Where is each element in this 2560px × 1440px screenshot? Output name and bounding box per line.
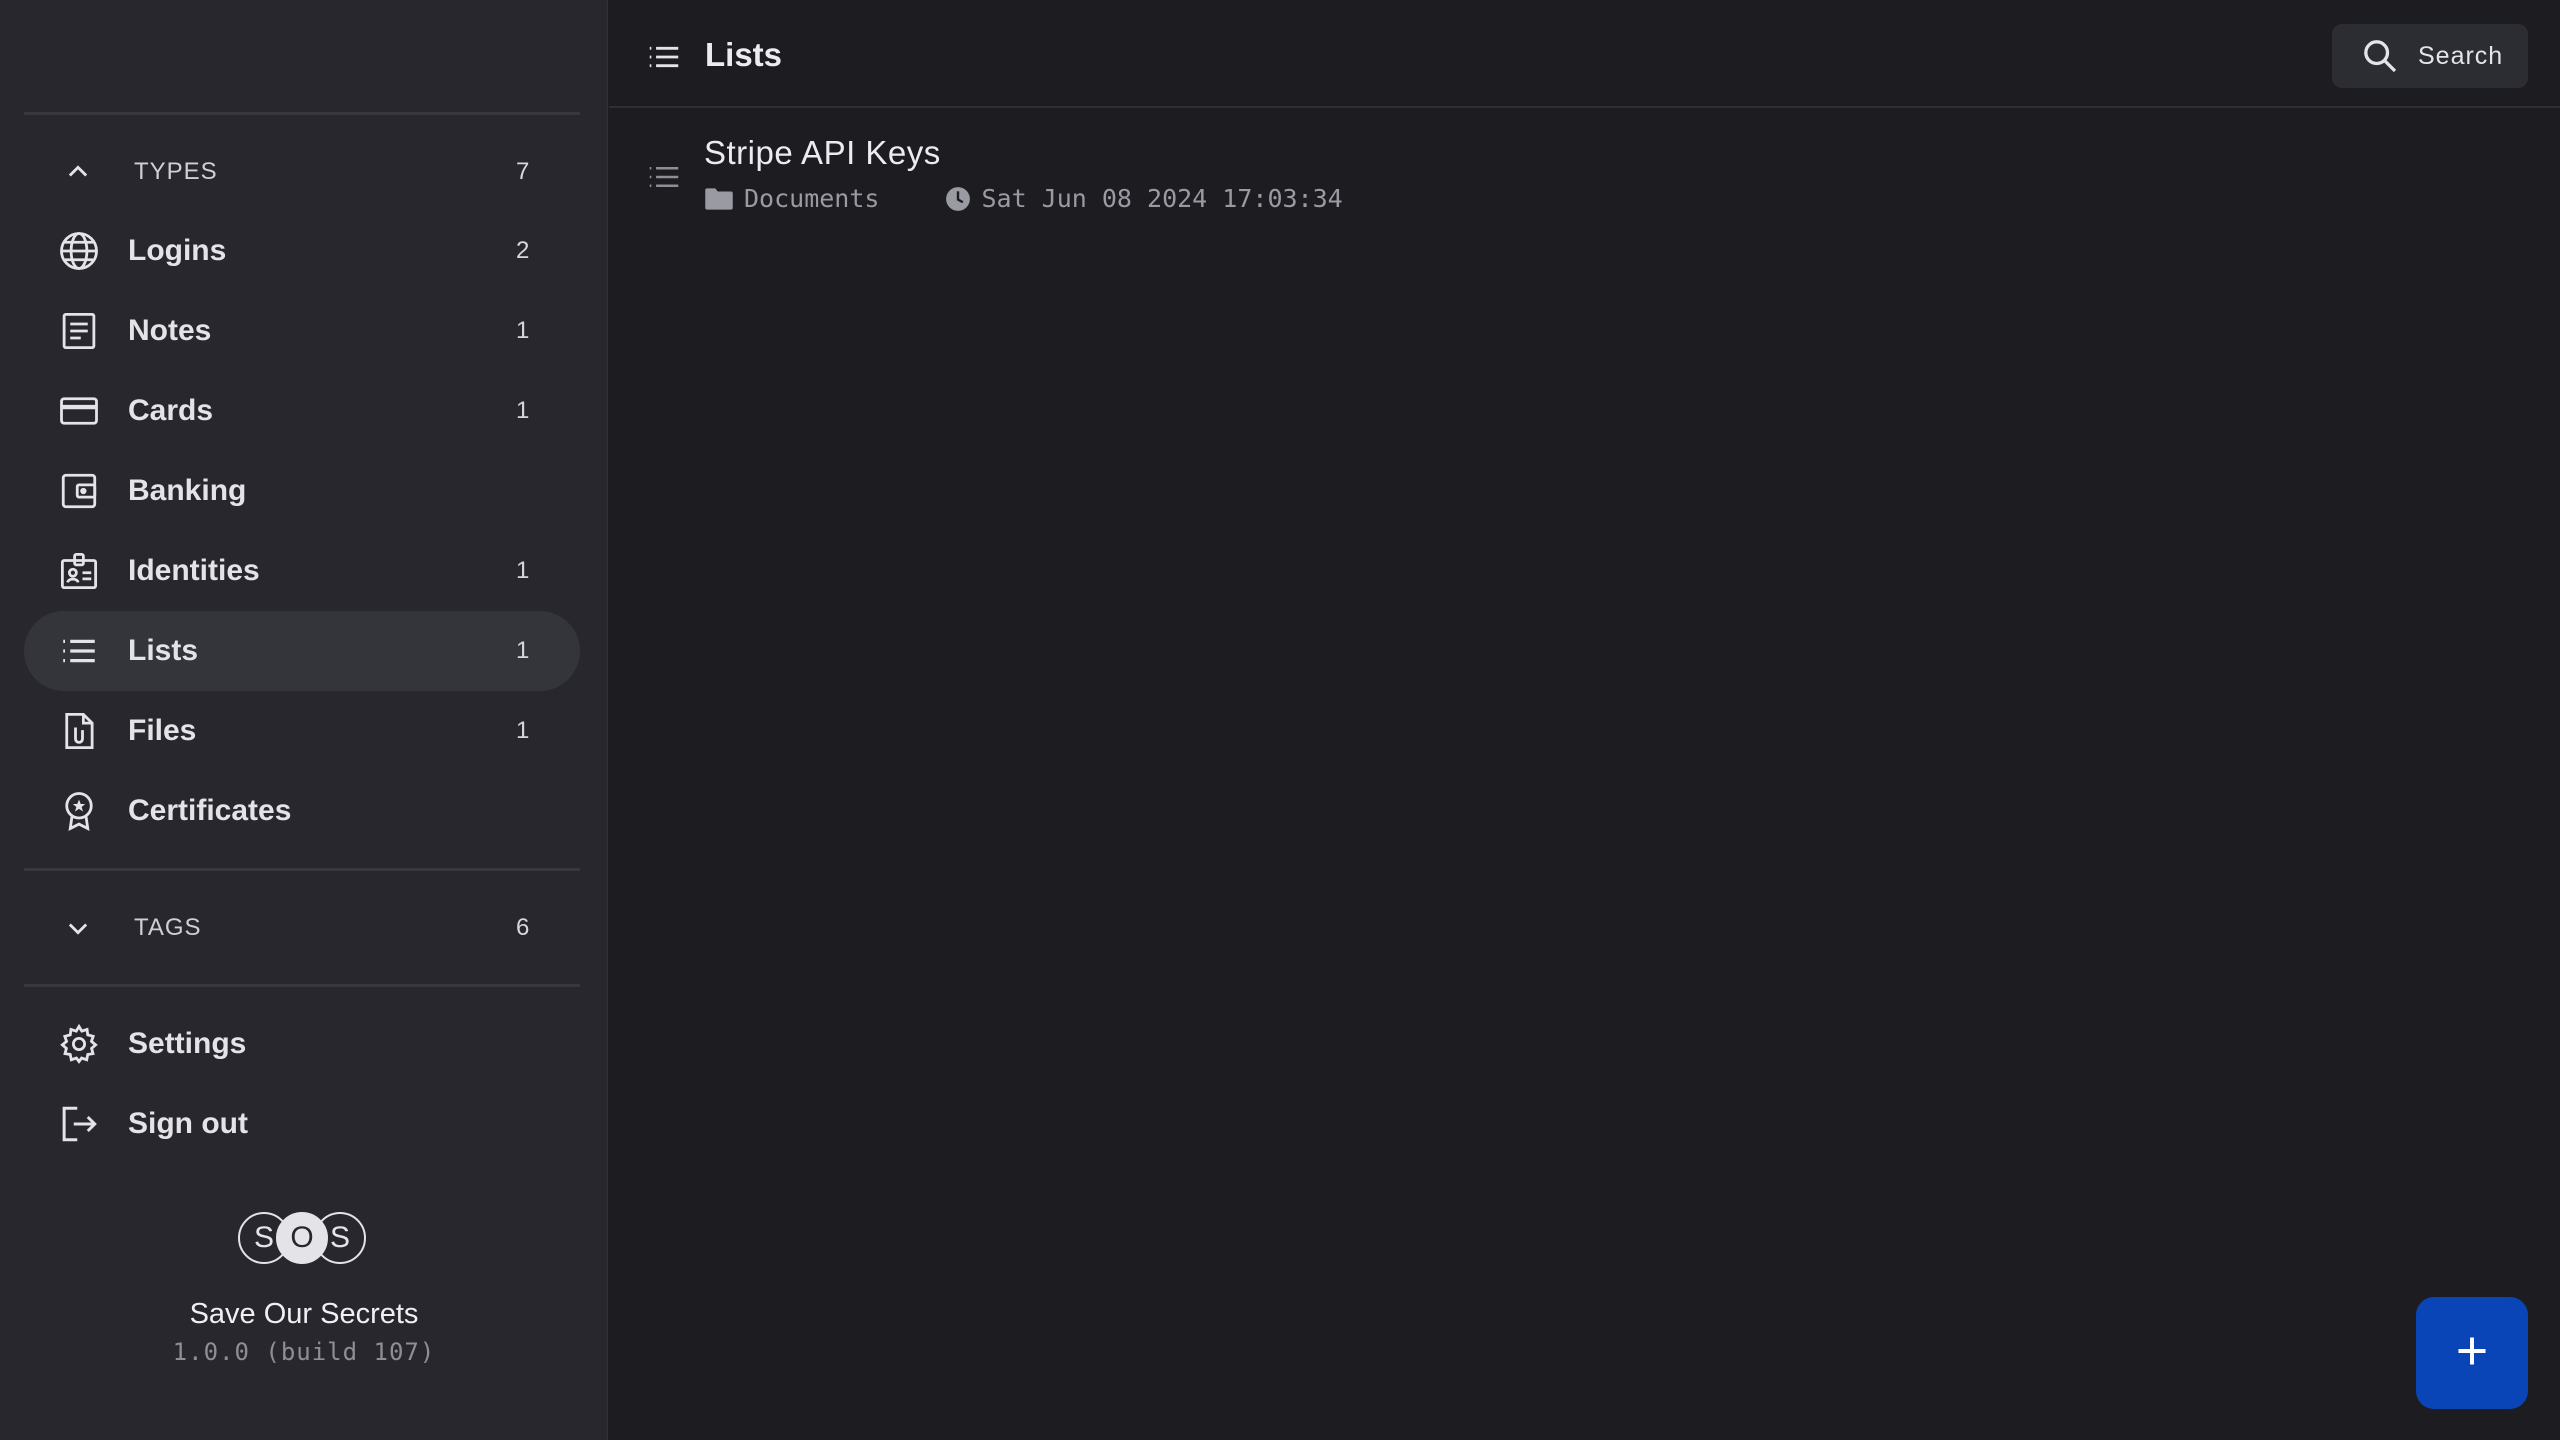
sidebar-item-files[interactable]: Files 1	[24, 691, 580, 771]
sidebar-item-count: 1	[516, 317, 530, 344]
search-button[interactable]: Search	[2332, 24, 2528, 88]
sidebar-item-count: 1	[516, 397, 530, 424]
app-name: Save Our Secrets	[189, 1298, 419, 1330]
chevron-up-icon	[24, 158, 134, 186]
list-icon	[645, 158, 683, 201]
sign-out-icon	[24, 1103, 128, 1145]
tags-section-label: TAGS	[134, 914, 202, 941]
clock-icon	[945, 186, 971, 212]
wallet-icon	[24, 470, 128, 512]
sign-out-label: Sign out	[128, 1107, 248, 1140]
sidebar-item-label: Files	[128, 714, 197, 747]
search-icon	[2360, 36, 2400, 76]
tags-section-count: 6	[516, 914, 530, 941]
credit-card-icon	[24, 390, 128, 432]
list-icon	[24, 630, 128, 672]
types-section-toggle[interactable]: TYPES 7	[24, 132, 580, 212]
header-bar: Lists Search	[609, 0, 2560, 108]
sidebar-item-certificates[interactable]: Certificates	[24, 771, 580, 851]
note-icon	[24, 310, 128, 352]
sidebar-item-count: 2	[516, 237, 530, 264]
chevron-down-icon	[24, 914, 134, 942]
add-secret-button[interactable]	[2416, 1297, 2528, 1409]
settings-button[interactable]: Settings	[24, 1004, 580, 1084]
entry-meta: Documents Sat Jun 08 2024 17:03:34	[704, 184, 1343, 213]
sidebar-item-count: 1	[516, 637, 530, 664]
sidebar-item-label: Lists	[128, 634, 199, 667]
search-label: Search	[2418, 41, 2504, 70]
page-title: Lists	[705, 36, 783, 73]
sidebar-item-identities[interactable]: Identities 1	[24, 531, 580, 611]
tags-section-toggle[interactable]: TAGS 6	[24, 888, 580, 968]
file-attachment-icon	[24, 710, 128, 752]
logo-letter: O	[276, 1212, 328, 1264]
sign-out-button[interactable]: Sign out	[24, 1084, 580, 1164]
types-section-count: 7	[516, 158, 530, 185]
certificate-icon	[24, 790, 128, 832]
sidebar-divider	[24, 984, 580, 987]
sidebar-item-lists[interactable]: Lists 1	[24, 611, 580, 691]
sidebar-item-notes[interactable]: Notes 1	[24, 291, 580, 371]
sidebar-item-cards[interactable]: Cards 1	[24, 371, 580, 451]
id-badge-icon	[24, 550, 128, 592]
sos-logo: S O S	[238, 1212, 366, 1264]
sidebar-item-label: Identities	[128, 554, 260, 587]
sidebar-item-logins[interactable]: Logins 2	[24, 211, 580, 291]
sidebar-item-label: Notes	[128, 314, 212, 347]
types-section-label: TYPES	[134, 158, 218, 185]
app-version: 1.0.0 (build 107)	[172, 1338, 436, 1366]
entry-folder: Documents	[744, 184, 880, 213]
sidebar-item-label: Logins	[128, 234, 227, 267]
globe-icon	[24, 230, 128, 272]
sidebar-item-label: Certificates	[128, 794, 292, 827]
settings-label: Settings	[128, 1027, 247, 1060]
sidebar-divider	[24, 112, 580, 115]
plus-icon	[2454, 1333, 2490, 1374]
sidebar-item-count: 1	[516, 557, 530, 584]
entry-timestamp: Sat Jun 08 2024 17:03:34	[981, 184, 1343, 213]
list-icon	[645, 38, 683, 81]
sidebar-divider	[24, 868, 580, 871]
folder-icon	[704, 186, 734, 212]
sidebar-item-banking[interactable]: Banking	[24, 451, 580, 531]
list-item[interactable]: Stripe API Keys Documents Sat Jun 08 202…	[609, 120, 2560, 230]
sidebar-item-label: Cards	[128, 394, 214, 427]
gear-icon	[24, 1023, 128, 1065]
sidebar-item-count: 1	[516, 717, 530, 744]
sidebar: TYPES 7 Logins 2 Notes 1 Cards 1 Banking	[0, 0, 608, 1440]
entry-name: Stripe API Keys	[704, 134, 941, 171]
sidebar-item-label: Banking	[128, 474, 247, 507]
